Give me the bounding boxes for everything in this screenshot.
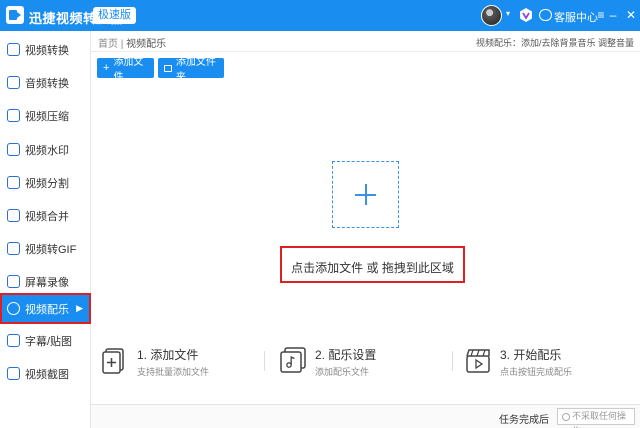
divider [264,351,265,371]
page-hint: 视频配乐：添加/去除背景音乐 调整音量 [475,38,634,48]
service-center-link[interactable]: 客服中心 [554,9,598,25]
sidebar-item-label: 视频配乐 [25,303,69,316]
sidebar-item-video-compress[interactable]: 视频压缩 [0,99,91,132]
add-folder-button[interactable]: 添加文件夹 [158,57,224,83]
minimize-icon[interactable]: – [605,7,621,23]
step-desc: 支持批量添加文件 [137,367,210,377]
breadcrumb-current: 视频配乐 [126,39,167,50]
sidebar-item-label: 视频水印 [25,144,69,157]
edition-badge: 极速版 [93,7,136,24]
add-file-icon [102,348,124,374]
video-compress-icon [7,109,20,122]
breadcrumb-home[interactable]: 首页 [98,39,118,50]
sidebar-item-screenshot[interactable]: 视频截图 [0,357,91,390]
subtitle-icon [7,334,20,347]
add-file-label: 添加文件 [113,57,144,83]
app-logo-icon [6,6,24,24]
folder-icon [164,64,172,72]
step-title: 1. 添加文件 [137,348,199,362]
video-convert-icon [7,43,20,56]
avatar[interactable] [481,5,502,26]
sidebar: 视频转换 音频转换 视频压缩 视频水印 视频分割 视频合并 视频转GIF 屏幕录… [0,31,91,428]
sidebar-item-label: 音频转换 [25,77,69,90]
drop-zone-text-area[interactable]: 点击添加文件 或 拖拽到此区域 [280,246,465,283]
step-title: 3. 开始配乐 [500,348,562,362]
title-bar: 迅捷视频转换器 极速版 ▾ 客服中心 ≡ – ✕ [0,0,640,31]
close-icon[interactable]: ✕ [623,7,639,23]
video-merge-icon [7,209,20,222]
video-music-icon [7,302,20,315]
sidebar-item-label: 视频截图 [25,368,69,381]
chevron-right-icon: ▶ [76,303,83,313]
drop-zone-text: 点击添加文件 或 拖拽到此区域 [291,261,454,275]
divider [452,351,453,371]
sidebar-item-video-split[interactable]: 视频分割 [0,166,91,199]
add-folder-label: 添加文件夹 [175,57,216,83]
sidebar-item-subtitle[interactable]: 字幕/贴图 [0,324,91,357]
after-task-label: 任务完成后 [499,415,549,426]
sidebar-item-label: 视频转换 [25,44,69,57]
headset-icon[interactable] [539,9,552,21]
divider [91,51,640,52]
video-split-icon [7,176,20,189]
sidebar-item-label: 视频合并 [25,210,69,223]
step-desc: 添加配乐文件 [315,367,370,377]
sidebar-item-label: 字幕/贴图 [25,335,73,348]
sidebar-item-label: 视频压缩 [25,110,69,123]
breadcrumb-separator: | [120,39,124,50]
screenshot-icon [7,367,20,380]
sidebar-item-video-music[interactable]: 视频配乐 ▶ [0,293,91,324]
breadcrumb: 首页 | 视频配乐 [98,35,166,50]
chevron-down-icon[interactable]: ▾ [506,9,510,18]
video-watermark-icon [7,143,20,156]
drop-zone-add-button[interactable] [332,161,399,228]
step-title: 2. 配乐设置 [315,348,377,362]
video-gif-icon [7,242,20,255]
sidebar-item-audio-convert[interactable]: 音频转换 [0,66,91,99]
plus-icon: + [103,62,110,74]
status-bar: 任务完成后 不采取任何操作 [91,404,640,428]
audio-convert-icon [7,76,20,89]
add-file-button[interactable]: + 添加文件 [97,57,154,83]
music-settings-icon [280,347,306,373]
vip-icon[interactable] [518,7,534,23]
clapperboard-icon [466,349,490,373]
sidebar-item-video-merge[interactable]: 视频合并 [0,199,91,232]
step-desc: 点击按钮完成配乐 [500,367,573,377]
screen-record-icon [7,275,20,288]
plus-icon [365,184,367,205]
sidebar-item-video-watermark[interactable]: 视频水印 [0,133,91,166]
sidebar-item-label: 视频转GIF [25,243,77,256]
sidebar-item-label: 视频分割 [25,177,69,190]
sidebar-item-video-gif[interactable]: 视频转GIF [0,232,91,265]
sidebar-item-label: 屏幕录像 [25,276,69,289]
after-task-select[interactable]: 不采取任何操作 [557,408,635,428]
sidebar-item-video-convert[interactable]: 视频转换 [0,33,91,66]
